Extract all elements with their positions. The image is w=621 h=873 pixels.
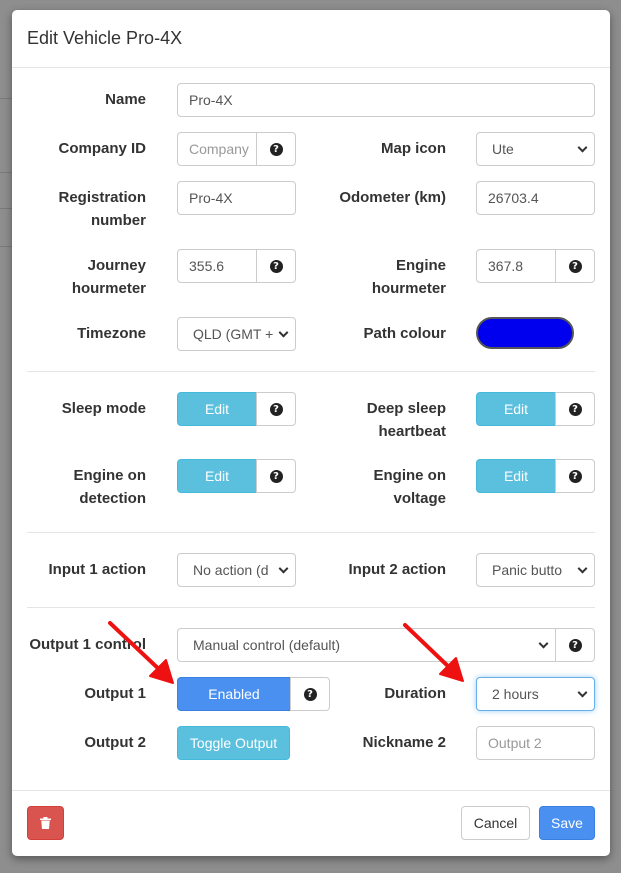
arrow-to-output1 [108, 621, 174, 684]
arrow-to-duration [403, 623, 464, 682]
red-arrow-icon [108, 621, 464, 684]
